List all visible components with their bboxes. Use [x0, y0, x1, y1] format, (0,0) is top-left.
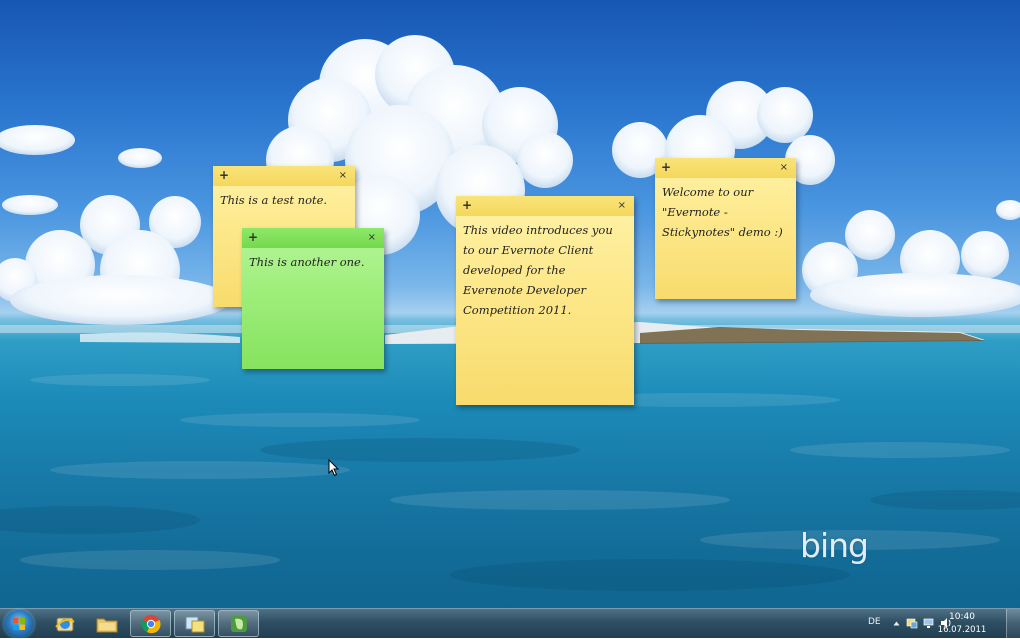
close-note-button[interactable]: ×: [339, 170, 347, 182]
taskbar-sticky-notes[interactable]: [174, 610, 215, 637]
add-note-button[interactable]: +: [248, 231, 258, 243]
mouse-cursor-icon: [328, 459, 340, 477]
taskbar-windows-explorer[interactable]: [86, 610, 127, 637]
note-text[interactable]: Welcome to our "Evernote - Stickynotes" …: [655, 178, 796, 242]
start-button[interactable]: [4, 610, 34, 638]
language-indicator[interactable]: DE: [868, 617, 881, 627]
show-hidden-icons-icon[interactable]: [893, 620, 900, 627]
windows-logo-icon: [13, 618, 25, 630]
clock-time[interactable]: 10:40: [934, 612, 990, 622]
action-center-icon[interactable]: [906, 617, 918, 629]
taskbar-chrome[interactable]: [130, 610, 171, 637]
close-note-button[interactable]: ×: [368, 232, 376, 244]
show-desktop-button[interactable]: [1006, 609, 1020, 639]
note-text[interactable]: This video introduces you to our Evernot…: [456, 216, 634, 320]
note-text[interactable]: This is another one.: [242, 248, 384, 272]
sticky-note[interactable]: + × Welcome to our "Evernote - Stickynot…: [655, 158, 796, 299]
add-note-button[interactable]: +: [219, 169, 229, 181]
add-note-button[interactable]: +: [462, 199, 472, 211]
internet-explorer-icon: [54, 614, 76, 634]
taskbar-evernote[interactable]: [218, 610, 259, 637]
clock-date[interactable]: 16.07.2011: [934, 625, 990, 635]
note-title-bar[interactable]: + ×: [213, 166, 355, 186]
note-title-bar[interactable]: + ×: [242, 228, 384, 248]
sticky-note[interactable]: + × This is another one.: [242, 228, 384, 369]
bing-logo: bing: [800, 526, 868, 565]
desktop[interactable]: bing + × This is a test note. + × This i…: [0, 0, 1020, 608]
add-note-button[interactable]: +: [661, 161, 671, 173]
chrome-icon: [141, 614, 161, 634]
sticky-note[interactable]: + × This video introduces you to our Eve…: [456, 196, 634, 405]
taskbar-internet-explorer[interactable]: [44, 610, 85, 637]
note-title-bar[interactable]: + ×: [655, 158, 796, 178]
windows-explorer-icon: [95, 614, 119, 634]
close-note-button[interactable]: ×: [618, 200, 626, 212]
sticky-notes-icon: [183, 614, 207, 634]
note-text[interactable]: This is a test note.: [213, 186, 355, 210]
close-note-button[interactable]: ×: [780, 162, 788, 174]
evernote-icon: [229, 614, 249, 634]
taskbar: DE 10:40 16.07.2011: [0, 608, 1020, 638]
note-title-bar[interactable]: + ×: [456, 196, 634, 216]
